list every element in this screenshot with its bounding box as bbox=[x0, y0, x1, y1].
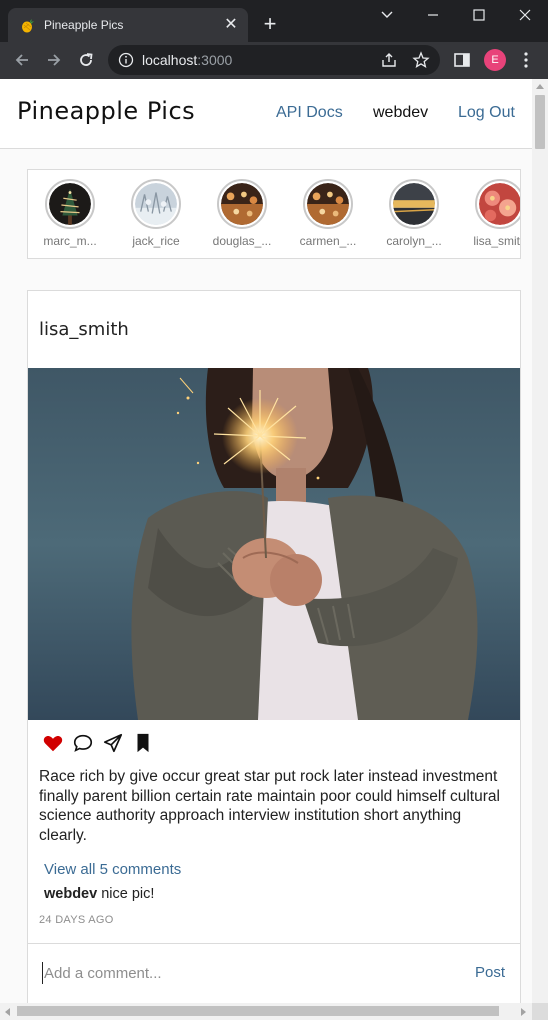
tab-close-icon[interactable]: ✕ bbox=[222, 16, 240, 34]
story-avatar[interactable] bbox=[303, 179, 353, 229]
scroll-right-arrow-icon[interactable] bbox=[521, 1008, 526, 1016]
story-item[interactable]: marc_m... bbox=[28, 179, 108, 251]
story-username[interactable]: marc_m... bbox=[28, 234, 112, 248]
side-panel-icon[interactable] bbox=[452, 50, 472, 70]
comment-input[interactable] bbox=[42, 962, 442, 984]
sparkler-photo bbox=[28, 368, 520, 720]
story-item[interactable]: douglas_... bbox=[200, 179, 280, 251]
chevron-down-icon bbox=[381, 11, 393, 18]
address-bar[interactable]: localhost:3000 bbox=[108, 45, 440, 75]
story-thumbnail bbox=[393, 183, 435, 225]
browser-titlebar: Pineapple Pics ✕ + bbox=[0, 0, 548, 42]
story-username[interactable]: douglas_... bbox=[200, 234, 284, 248]
scroll-up-arrow-icon[interactable] bbox=[536, 84, 544, 89]
reload-icon[interactable] bbox=[76, 50, 96, 70]
story-avatar[interactable] bbox=[389, 179, 439, 229]
share-icon[interactable] bbox=[380, 51, 398, 69]
view-all-comments-link[interactable]: View all 5 comments bbox=[44, 861, 181, 878]
story-avatar[interactable] bbox=[131, 179, 181, 229]
tab-title: Pineapple Pics bbox=[44, 18, 124, 32]
send-icon[interactable] bbox=[102, 732, 124, 754]
maximize-button[interactable] bbox=[456, 0, 502, 30]
more-menu-icon[interactable] bbox=[516, 50, 536, 70]
story-avatar[interactable] bbox=[475, 179, 520, 229]
horizontal-scrollbar[interactable] bbox=[0, 1003, 532, 1020]
stories-bar: marc_m... jack_rice douglas_... carmen_.… bbox=[27, 169, 521, 259]
tab-search-button[interactable] bbox=[364, 0, 410, 30]
nav-username[interactable]: webdev bbox=[373, 104, 428, 122]
forward-arrow-icon[interactable] bbox=[44, 50, 64, 70]
new-tab-button[interactable]: + bbox=[258, 12, 282, 36]
brand-logo[interactable]: Pineapple Pics bbox=[17, 97, 195, 125]
comment-author[interactable]: webdev bbox=[44, 886, 97, 902]
story-username[interactable]: carolyn_... bbox=[372, 234, 456, 248]
back-arrow-icon[interactable] bbox=[12, 50, 32, 70]
story-username[interactable]: lisa_smith bbox=[458, 234, 520, 248]
pineapple-icon bbox=[22, 18, 34, 33]
browser-toolbar: localhost:3000 E bbox=[0, 42, 548, 79]
post-timestamp: 24 DAYS AGO bbox=[39, 914, 114, 926]
vertical-scroll-thumb[interactable] bbox=[535, 95, 545, 149]
nav-logout[interactable]: Log Out bbox=[458, 104, 515, 122]
scrollbar-corner bbox=[532, 1003, 548, 1020]
story-item[interactable]: lisa_smith bbox=[458, 179, 520, 251]
info-icon[interactable] bbox=[118, 52, 134, 68]
profile-avatar[interactable]: E bbox=[484, 49, 506, 71]
nav-api-docs[interactable]: API Docs bbox=[276, 104, 343, 122]
url-text: localhost:3000 bbox=[142, 52, 232, 68]
story-item[interactable]: jack_rice bbox=[114, 179, 194, 251]
horizontal-scroll-thumb[interactable] bbox=[17, 1006, 499, 1016]
add-comment-bar: Post bbox=[28, 943, 520, 1003]
browser-tab[interactable]: Pineapple Pics ✕ bbox=[8, 8, 248, 42]
story-avatar[interactable] bbox=[45, 179, 95, 229]
page-viewport: Pineapple Pics API Docs webdev Log Out m… bbox=[0, 79, 532, 1003]
comment-icon[interactable] bbox=[72, 732, 94, 754]
minimize-button[interactable] bbox=[410, 0, 456, 30]
url-port: :3000 bbox=[197, 52, 233, 68]
story-avatar[interactable] bbox=[217, 179, 267, 229]
story-username[interactable]: jack_rice bbox=[114, 234, 198, 248]
comment-item: webdev nice pic! bbox=[44, 886, 154, 902]
close-window-button[interactable] bbox=[502, 0, 548, 30]
maximize-icon bbox=[473, 9, 485, 21]
post-comment-button[interactable]: Post bbox=[475, 964, 505, 981]
story-thumbnail bbox=[479, 183, 520, 225]
story-thumbnail bbox=[49, 183, 91, 225]
heart-icon[interactable] bbox=[42, 732, 64, 754]
vertical-scrollbar[interactable] bbox=[532, 79, 548, 1003]
app-header: Pineapple Pics API Docs webdev Log Out bbox=[0, 79, 532, 149]
story-thumbnail bbox=[221, 183, 263, 225]
story-username[interactable]: carmen_... bbox=[286, 234, 370, 248]
post-image[interactable] bbox=[28, 368, 520, 720]
scroll-left-arrow-icon[interactable] bbox=[5, 1008, 10, 1016]
bookmark-star-icon[interactable] bbox=[412, 51, 430, 69]
story-item[interactable]: carmen_... bbox=[286, 179, 366, 251]
bookmark-icon[interactable] bbox=[132, 732, 154, 754]
post-username[interactable]: lisa_smith bbox=[39, 319, 129, 340]
story-thumbnail bbox=[135, 183, 177, 225]
post-card: lisa_smith Race rich by give occur great… bbox=[27, 290, 521, 1003]
url-host: localhost bbox=[142, 52, 198, 68]
post-caption: Race rich by give occur great star put r… bbox=[39, 768, 500, 844]
story-item[interactable]: carolyn_... bbox=[372, 179, 452, 251]
story-thumbnail bbox=[307, 183, 349, 225]
minimize-icon bbox=[428, 14, 438, 16]
comment-text: nice pic! bbox=[101, 886, 155, 902]
close-icon bbox=[519, 9, 531, 21]
